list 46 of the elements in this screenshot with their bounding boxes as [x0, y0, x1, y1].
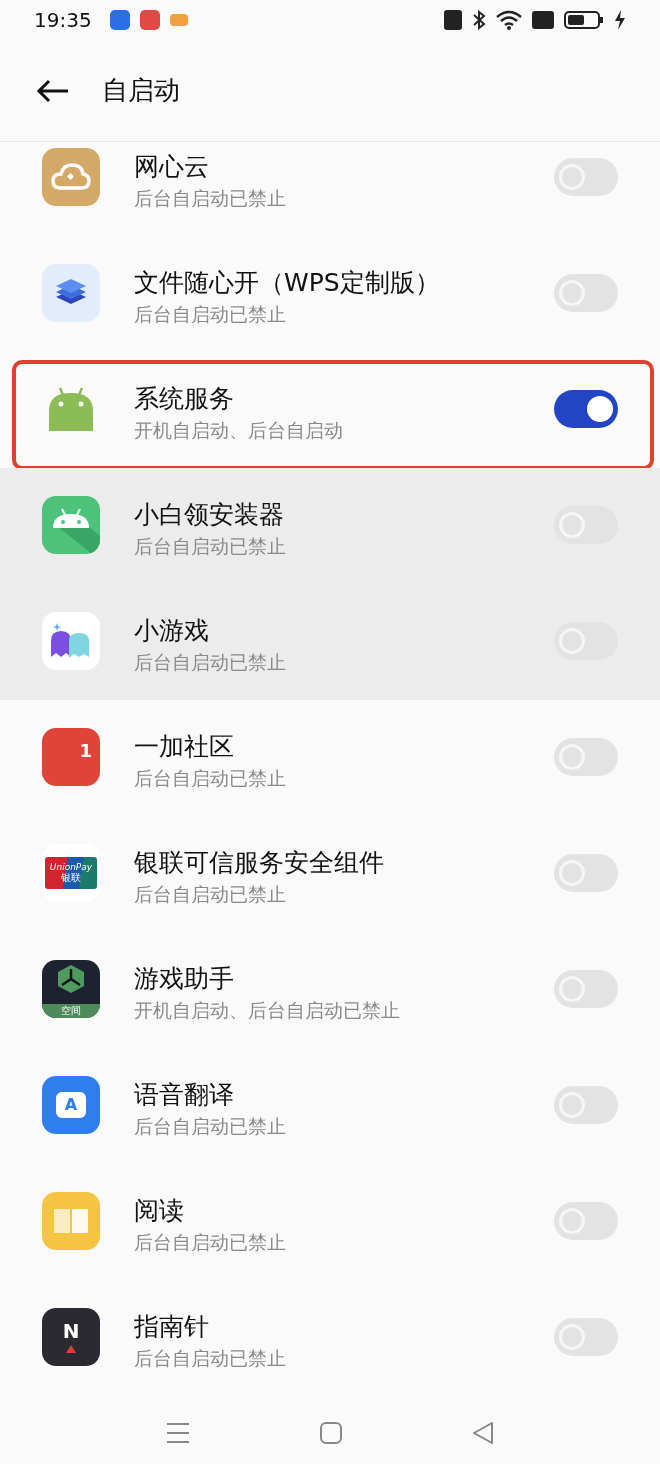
status-time: 19:35	[34, 7, 92, 34]
menu-icon[interactable]	[166, 1422, 190, 1444]
back-arrow-icon[interactable]	[36, 78, 70, 103]
layers-icon	[42, 264, 100, 322]
app-status: 后台自启动已禁止	[134, 1230, 286, 1255]
app-name: 小白领安装器	[134, 499, 285, 531]
app-name: 网心云	[134, 151, 210, 183]
app-status: 开机自启动、后台自启动已禁止	[134, 998, 400, 1023]
app-row[interactable]: 小白领安装器 后台自启动已禁止	[0, 468, 660, 584]
logo-text: 空间	[61, 1006, 81, 1016]
ghosts-icon	[42, 612, 100, 670]
app-name: 系统服务	[134, 383, 235, 415]
badge-count: 1	[79, 742, 92, 760]
app-status: 后台自启动已禁止	[134, 766, 286, 791]
app-name: 一加社区	[134, 731, 235, 763]
app-name: 小游戏	[134, 615, 210, 647]
app-status: 后台自启动已禁止	[134, 650, 286, 675]
app-name: 指南针	[134, 1311, 210, 1343]
charging-icon	[614, 10, 626, 30]
app-name: 阅读	[134, 1195, 185, 1227]
logo-text: N	[62, 1321, 80, 1341]
bluetooth-icon	[472, 10, 486, 30]
logo-text: A	[64, 1097, 78, 1113]
app-status: 后台自启动已禁止	[134, 1346, 286, 1371]
app-status: 后台自启动已禁止	[134, 882, 287, 907]
book-icon	[42, 1192, 100, 1250]
cloud-icon	[42, 148, 100, 206]
wifi-icon	[496, 10, 522, 30]
app-name: 语音翻译	[134, 1079, 235, 1111]
app-status: 后台自启动已禁止	[134, 186, 286, 211]
back-icon[interactable]	[472, 1422, 494, 1444]
page-title: 自启动	[102, 74, 180, 107]
app-status: 后台自启动已禁止	[134, 534, 286, 559]
app-name: 文件随心开（WPS定制版）	[134, 267, 440, 299]
app-name: 银联可信服务安全组件	[134, 847, 384, 879]
hexagon-icon	[56, 964, 86, 994]
app-status: 开机自启动、后台自启动	[134, 418, 343, 443]
app-status: 后台自启动已禁止	[134, 302, 287, 327]
android-icon	[42, 496, 100, 554]
toggle-switch[interactable]	[554, 390, 618, 428]
app-name: 游戏助手	[134, 963, 235, 995]
app-status: 后台自启动已禁止	[134, 1114, 286, 1139]
battery-icon	[564, 10, 604, 30]
needle-icon	[66, 1345, 76, 1353]
home-icon[interactable]	[320, 1422, 342, 1444]
app-row[interactable]: 小游戏 后台自启动已禁止	[0, 584, 660, 700]
